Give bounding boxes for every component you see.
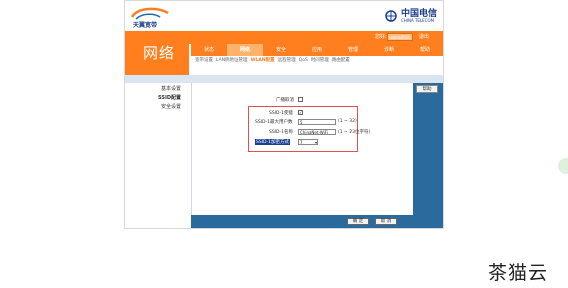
subtab-lan[interactable]: LAN侧地址管理 [216,56,248,66]
china-telecom-logo: 中国电信 CHINA TELECOM [384,7,437,25]
subtab-wlan[interactable]: WLAN配置 [251,56,275,66]
ssid-enable-label: SSID-1使能 [269,111,293,116]
subtab-qos[interactable]: QoS [299,56,308,66]
broadcast-label: 广播取消 [276,98,294,103]
watermark: 茶猫云 [488,262,549,284]
left-bottom [125,215,191,228]
cancel-button[interactable]: 取 消 [375,218,397,225]
subtab-time[interactable]: 时间管理 [311,56,329,66]
subtab-broadband[interactable]: 宽带设置 [195,56,213,66]
divider-strip [125,75,443,83]
user-field: useradmin [387,33,413,41]
encrypt-label: SSID-1加密方式 [255,139,290,145]
leaf-decoration [558,158,568,174]
sidebar-item-security[interactable]: 安全设置 [161,103,181,110]
subtab-route[interactable]: 路由配置 [332,56,350,66]
tianyi-logo-text: 天翼宽带 [133,22,158,29]
right-panel: 帮助 [413,83,443,215]
chevron-down-icon: ▾ [314,140,317,145]
encrypt-select[interactable]: 7 ▾ [298,139,318,145]
router-admin-window: 天翼宽带 中国电信 CHINA TELECOM 您好: useradmin 退出… [124,0,444,229]
bottom-bar: 确 定 取 消 [191,215,443,228]
confirm-button[interactable]: 确 定 [347,218,369,225]
ssid-name-input[interactable]: ChinaNet-WiFi [298,129,336,135]
ssid-name-label: SSID-1名称 [269,130,293,135]
tab-status[interactable]: 状态 [191,44,227,56]
help-button[interactable]: 帮助 [416,85,438,93]
max-users-hint: (1 ~ 32) [338,119,357,124]
tab-management[interactable]: 管理 [335,44,371,56]
max-users-input[interactable]: 5 [298,119,336,125]
header: 天翼宽带 中国电信 CHINA TELECOM [125,1,443,31]
sub-tabs: 宽带设置 LAN侧地址管理 WLAN配置 远程管理 QoS 时间管理 路由配置 [191,56,443,66]
china-telecom-icon [385,10,397,22]
encrypt-value: 7 [300,140,303,145]
section-block: 网络 [125,31,189,75]
china-telecom-en: CHINA TELECOM [400,17,435,23]
tab-security[interactable]: 安全 [263,44,299,56]
max-users-label: SSID-1最大用户数 [255,120,293,125]
ssid-form-highlight: SSID-1使能 ✓ SSID-1最大用户数 5 (1 ~ 32) SSID-1… [248,106,370,152]
user-label: 您好: [375,34,387,40]
sidebar: 基本设置 SSID配置 安全设置 [125,83,189,215]
subtab-remote[interactable]: 远程管理 [278,56,296,66]
tab-help[interactable]: 帮助 [407,44,443,56]
main-content: 广播取消 SSID-1使能 ✓ SSID-1最大用户数 5 (1 ~ 32) S… [191,83,412,215]
broadcast-checkbox[interactable] [298,97,303,102]
logout-link[interactable]: 退出 [419,33,429,40]
tab-diagnosis[interactable]: 诊断 [371,44,407,56]
ssid-name-hint: (1 ~ 23位字符) [338,130,371,135]
sidebar-item-basic[interactable]: 基本设置 [161,85,181,92]
tab-network[interactable]: 网络 [227,44,263,56]
page-title: 网络 [143,44,176,62]
ssid-enable-checkbox[interactable]: ✓ [298,110,303,115]
tab-application[interactable]: 应用 [299,44,335,56]
main-tabs: 状态 网络 安全 应用 管理 诊断 帮助 [191,44,443,56]
sidebar-item-ssid[interactable]: SSID配置 [158,94,181,101]
